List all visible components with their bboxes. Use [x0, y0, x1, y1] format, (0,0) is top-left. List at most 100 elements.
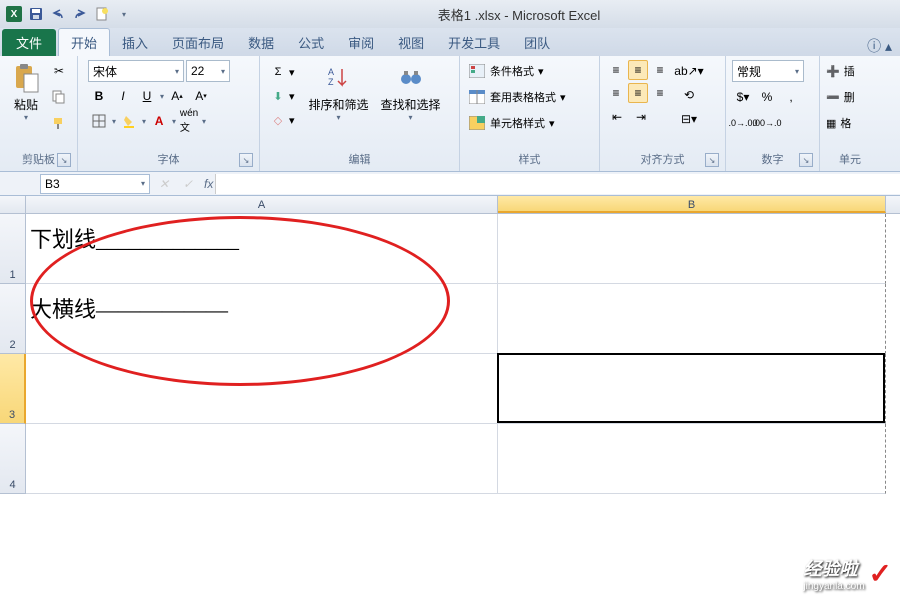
column-header-B[interactable]: B [498, 196, 886, 213]
row-headers: 1 2 3 4 [0, 214, 26, 494]
tab-view[interactable]: 视图 [386, 29, 436, 56]
checkmark-icon: ✓ [869, 557, 892, 590]
merge-icon[interactable]: ⊟▾ [674, 108, 704, 130]
conditional-format-button[interactable]: 条件格式 ▾ [466, 60, 568, 82]
fx-icon[interactable]: fx [204, 177, 213, 191]
excel-icon[interactable]: X [4, 4, 24, 24]
autosum-button[interactable]: Σ▾ [270, 62, 295, 82]
insert-cells-button[interactable]: ➕插 [826, 60, 855, 82]
cell-B3[interactable] [498, 354, 886, 424]
tab-insert[interactable]: 插入 [110, 29, 160, 56]
percent-icon[interactable]: % [756, 86, 778, 108]
align-center-icon[interactable]: ≡ [628, 83, 648, 103]
cell-B2[interactable] [498, 284, 886, 354]
tab-home[interactable]: 开始 [58, 28, 110, 56]
fill-color-icon[interactable] [118, 110, 140, 132]
orientation-icon[interactable]: ab↗▾ [674, 60, 704, 82]
increase-indent-icon[interactable]: ⇥ [630, 106, 652, 128]
cut-icon[interactable]: ✂ [48, 60, 70, 82]
font-color-icon[interactable]: A [148, 110, 170, 132]
table-icon [468, 89, 486, 105]
row-header-2[interactable]: 2 [0, 284, 26, 354]
number-format-select[interactable]: 常规▾ [732, 60, 804, 82]
comma-icon[interactable]: , [780, 86, 802, 108]
formula-input[interactable] [215, 174, 900, 194]
find-select-button[interactable]: 查找和选择 ▾ [377, 60, 445, 124]
align-middle-icon[interactable]: ≡ [628, 60, 648, 80]
increase-font-icon[interactable]: A▴ [166, 85, 188, 107]
bold-button[interactable]: B [88, 85, 110, 107]
delete-cells-button[interactable]: ➖删 [826, 86, 855, 108]
redo-icon[interactable] [70, 4, 90, 24]
watermark-text: 经验啦 [803, 555, 864, 581]
file-tab[interactable]: 文件 [2, 29, 56, 56]
group-number: 常规▾ $▾ % , .0→.00 .00→.0 数字↘ [726, 56, 820, 171]
row-header-4[interactable]: 4 [0, 424, 26, 494]
group-alignment: ≡ ≡ ≡ ≡ ≡ ≡ ⇤ ⇥ ab↗▾ ⟲ ⊟▾ 对齐方式↘ [600, 56, 726, 171]
font-size-select[interactable]: 22▾ [186, 60, 230, 82]
decrease-font-icon[interactable]: A▾ [190, 85, 212, 107]
tab-review[interactable]: 审阅 [336, 29, 386, 56]
spreadsheet-grid: A B 1 2 3 4 下划线_____________ 大横线—————— 经… [0, 196, 900, 600]
phonetic-icon[interactable]: wén文 [178, 110, 200, 132]
sort-filter-button[interactable]: AZ 排序和筛选 ▾ [305, 60, 373, 124]
paste-button[interactable]: 粘贴 ▾ [6, 60, 46, 124]
clear-button[interactable]: ◇▾ [270, 110, 295, 130]
increase-decimal-icon[interactable]: .0→.00 [732, 112, 754, 134]
select-all-corner[interactable] [0, 196, 26, 213]
number-group-label: 数字↘ [732, 149, 813, 169]
cell-A2[interactable]: 大横线—————— [26, 284, 498, 354]
font-group-label: 字体↘ [84, 149, 253, 169]
font-name-select[interactable]: 宋体▾ [88, 60, 184, 82]
borders-icon[interactable] [88, 110, 110, 132]
dialog-launcher-icon[interactable]: ↘ [705, 153, 719, 167]
decrease-decimal-icon[interactable]: .00→.0 [756, 112, 778, 134]
cancel-icon[interactable]: ✕ [152, 177, 176, 191]
align-bottom-icon[interactable]: ≡ [650, 60, 670, 80]
dialog-launcher-icon[interactable]: ↘ [799, 153, 813, 167]
italic-button[interactable]: I [112, 85, 134, 107]
dialog-launcher-icon[interactable]: ↘ [57, 153, 71, 167]
chevron-down-icon: ▾ [24, 113, 28, 122]
currency-icon[interactable]: $▾ [732, 86, 754, 108]
dialog-launcher-icon[interactable]: ↘ [239, 153, 253, 167]
tab-team[interactable]: 团队 [512, 29, 562, 56]
align-top-icon[interactable]: ≡ [606, 60, 626, 80]
tab-page-layout[interactable]: 页面布局 [160, 29, 236, 56]
tab-data[interactable]: 数据 [236, 29, 286, 56]
undo-icon[interactable] [48, 4, 68, 24]
underline-button[interactable]: U [136, 85, 158, 107]
tab-developer[interactable]: 开发工具 [436, 29, 512, 56]
name-box[interactable]: B3▾ [40, 174, 150, 194]
alignment-group-label: 对齐方式↘ [606, 149, 719, 169]
decrease-indent-icon[interactable]: ⇤ [606, 106, 628, 128]
fill-button[interactable]: ⬇▾ [270, 86, 295, 106]
cell-B4[interactable] [498, 424, 886, 494]
column-headers: A B [0, 196, 900, 214]
customize-qat-icon[interactable]: ▾ [114, 4, 134, 24]
align-right-icon[interactable]: ≡ [650, 83, 670, 103]
column-header-A[interactable]: A [26, 196, 498, 213]
row-header-1[interactable]: 1 [0, 214, 26, 284]
cell-A1[interactable]: 下划线_____________ [26, 214, 498, 284]
wrap-text-icon[interactable]: ⟲ [674, 84, 704, 106]
tab-formulas[interactable]: 公式 [286, 29, 336, 56]
copy-icon[interactable] [48, 86, 70, 108]
new-icon[interactable] [92, 4, 112, 24]
cell-style-icon [468, 115, 486, 131]
table-format-button[interactable]: 套用表格格式 ▾ [466, 86, 568, 108]
help-icon[interactable]: ⓘ ▴ [867, 36, 892, 56]
svg-text:Z: Z [328, 77, 334, 87]
sort-icon: AZ [323, 62, 355, 94]
save-icon[interactable] [26, 4, 46, 24]
cell-styles-button[interactable]: 单元格样式 ▾ [466, 112, 568, 134]
enter-icon[interactable]: ✓ [176, 177, 200, 191]
cell-A4[interactable] [26, 424, 498, 494]
align-left-icon[interactable]: ≡ [606, 83, 626, 103]
row-header-3[interactable]: 3 [0, 354, 26, 424]
cell-A3[interactable] [26, 354, 498, 424]
cell-B1[interactable] [498, 214, 886, 284]
group-font: 宋体▾ 22▾ B I U ▾ A▴ A▾ ▾ ▾ A ▾ [78, 56, 260, 171]
format-cells-button[interactable]: ▦格 [826, 112, 855, 134]
format-painter-icon[interactable] [48, 112, 70, 134]
